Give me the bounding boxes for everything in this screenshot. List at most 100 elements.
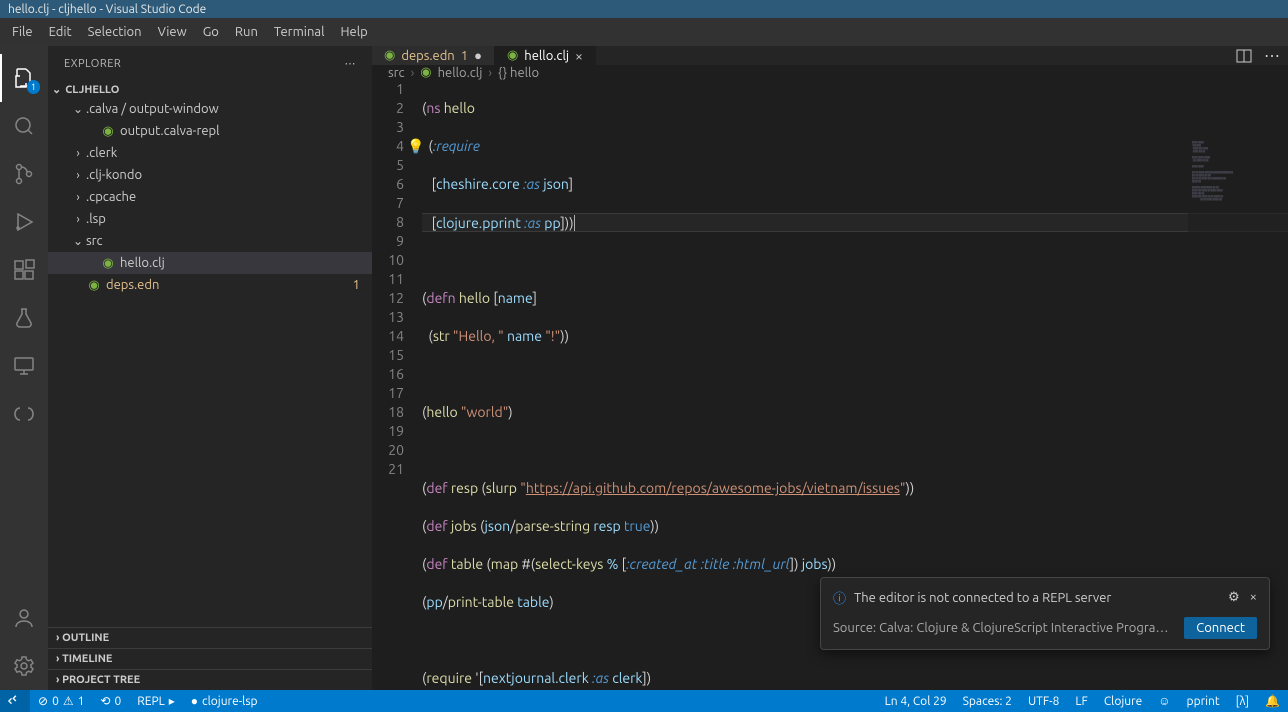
close-icon[interactable]: × [1250,590,1257,605]
notification-toast: ⓘ The editor is not connected to a REPL … [820,577,1270,650]
tab-label: hello.clj [524,49,569,63]
testing-icon[interactable] [0,294,48,342]
chevron-down-icon: ⌄ [52,83,61,96]
split-editor-icon[interactable] [1236,48,1252,64]
explorer-badge: 1 [27,80,40,94]
status-lambda[interactable]: [λ] [1228,690,1257,712]
tree-item-label: output.calva-repl [120,124,220,138]
window-titlebar: hello.clj - cljhello - Visual Studio Cod… [0,0,1288,18]
tree-folder[interactable]: ⌄.calva / output-window [48,98,372,120]
modified-badge: 1 [353,278,360,292]
tree-folder[interactable]: ›.clj-kondo [48,164,372,186]
chevron-right-icon: › [70,169,86,182]
tree-file[interactable]: ◉ hello.clj [48,252,372,274]
chevron-right-icon: › [70,213,86,226]
gear-icon[interactable]: ⚙ [1228,590,1240,605]
chevron-right-icon: › [488,66,492,80]
close-icon[interactable]: × [575,48,583,64]
clj-file-icon: ◉ [100,256,116,271]
remote-explorer-icon[interactable] [0,342,48,390]
sidebar: EXPLORER ⋯ ⌄ CLJHELLO ⌄.calva / output-w… [48,46,372,690]
settings-gear-icon[interactable] [0,642,48,690]
status-language[interactable]: Clojure [1096,690,1150,712]
clj-file-icon: ◉ [100,124,116,139]
status-repl[interactable]: REPL ▸ [129,690,183,712]
tree-item-label: deps.edn [106,278,159,292]
chevron-down-icon: ⌄ [70,234,86,248]
tree-folder[interactable]: ⌄src [48,230,372,252]
tree-file[interactable]: ◉ deps.edn 1 [48,274,372,296]
timeline-section[interactable]: › TIMELINE [48,648,372,669]
status-ports[interactable]: ⟲0 [92,690,129,712]
tree-file[interactable]: ◉ output.calva-repl [48,120,372,142]
status-problems[interactable]: ⊘0 ⚠1 [30,690,92,712]
activity-bar: 1 [0,46,48,690]
radio-icon: ⟲ [100,694,110,708]
status-eol[interactable]: LF [1067,690,1095,712]
tree-folder[interactable]: ›.clerk [48,142,372,164]
menu-selection[interactable]: Selection [80,21,150,43]
project-name: CLJHELLO [65,84,119,96]
window-title: hello.clj - cljhello - Visual Studio Cod… [8,3,206,16]
breadcrumb-item[interactable]: {} hello [498,66,539,80]
tree-folder[interactable]: ›.cpcache [48,186,372,208]
more-actions-icon[interactable]: ⋯ [1264,46,1280,65]
notification-source: Source: Calva: Clojure & ClojureScript I… [833,621,1176,635]
run-debug-icon[interactable] [0,198,48,246]
chevron-right-icon: › [411,66,415,80]
clj-file-icon: ◉ [420,65,431,80]
play-icon: ▸ [169,694,175,708]
tree-item-label: .clerk [86,146,117,160]
menu-view[interactable]: View [150,21,195,43]
breadcrumb-item[interactable]: src [388,66,405,80]
menu-terminal[interactable]: Terminal [266,21,333,43]
breadcrumb-item[interactable]: hello.clj [438,66,483,80]
menu-go[interactable]: Go [195,21,227,43]
status-encoding[interactable]: UTF-8 [1020,690,1067,712]
chevron-right-icon: › [70,147,86,160]
outline-section[interactable]: › OUTLINE [48,627,372,648]
line-gutter: 12345 678910 1112131415 1617181920 21 [372,80,422,690]
tab-badge: 1 [461,49,468,63]
tree-folder[interactable]: ›.lsp [48,208,372,230]
project-tree-section[interactable]: › PROJECT TREE [48,669,372,690]
status-lsp[interactable]: ● clojure-lsp [183,690,266,712]
sidebar-title: EXPLORER [64,58,121,70]
breadcrumbs[interactable]: src › ◉ hello.clj › {} hello [372,65,1288,80]
chevron-right-icon: › [70,191,86,204]
minimap[interactable]: ████ ████ ██████ ████ ██ ████ ████ ██ ██… [1188,138,1288,538]
account-icon[interactable] [0,594,48,642]
search-icon[interactable] [0,102,48,150]
tree-item-label: src [86,234,103,248]
tree-item-label: .calva / output-window [86,102,219,116]
menu-file[interactable]: File [4,21,41,43]
explorer-icon[interactable]: 1 [0,54,48,102]
menu-edit[interactable]: Edit [41,21,80,43]
file-tree: ⌄.calva / output-window◉output.calva-rep… [48,98,372,296]
status-pprint[interactable]: pprint [1179,690,1228,712]
lightbulb-icon[interactable]: 💡 [407,137,424,156]
menu-help[interactable]: Help [332,21,375,43]
chevron-down-icon: ⌄ [70,102,86,116]
tree-item-label: hello.clj [120,256,165,270]
clj-file-icon: ◉ [86,278,102,293]
status-bell-icon[interactable]: 🔔 [1257,690,1288,712]
menu-run[interactable]: Run [227,21,266,43]
remote-indicator[interactable] [0,690,30,712]
clojure-icon[interactable] [0,390,48,438]
project-section-header[interactable]: ⌄ CLJHELLO [48,81,372,98]
info-icon: ⓘ [833,588,846,607]
status-spaces[interactable]: Spaces: 2 [955,690,1020,712]
tab-deps[interactable]: ◉ deps.edn 1 ● [372,46,495,65]
status-position[interactable]: Ln 4, Col 29 [877,690,955,712]
tree-item-label: .lsp [86,212,106,226]
tree-item-label: .cpcache [86,190,136,204]
extensions-icon[interactable] [0,246,48,294]
source-control-icon[interactable] [0,150,48,198]
notification-title: The editor is not connected to a REPL se… [854,591,1111,605]
connect-button[interactable]: Connect [1184,617,1257,639]
editor-tabs: ◉ deps.edn 1 ● ◉ hello.clj × ⋯ [372,46,1288,65]
status-feedback-icon[interactable]: ☺ [1150,690,1178,712]
tab-hello[interactable]: ◉ hello.clj × [495,46,596,65]
sidebar-more-icon[interactable]: ⋯ [345,57,357,70]
